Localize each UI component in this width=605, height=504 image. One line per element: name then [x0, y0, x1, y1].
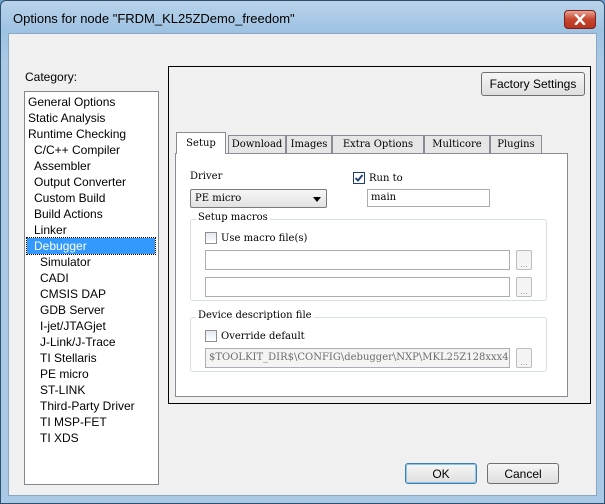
category-item-debugger[interactable]: Debugger: [26, 237, 156, 255]
tab-plugins[interactable]: Plugins: [490, 135, 542, 153]
tab-download[interactable]: Download: [228, 135, 286, 153]
tab-setup[interactable]: Setup: [176, 132, 226, 154]
category-item-simulator[interactable]: Simulator: [27, 254, 93, 270]
title-bar[interactable]: Options for node "FRDM_KL25ZDemo_freedom…: [1, 1, 604, 33]
tab-setup-label: Setup: [186, 138, 216, 149]
ok-label: OK: [432, 466, 450, 481]
tab-download-label: Download: [231, 139, 283, 150]
category-item-j-link-j-trace[interactable]: J-Link/J-Trace: [27, 334, 118, 350]
cancel-button[interactable]: Cancel: [487, 463, 559, 484]
tab-extra-options[interactable]: Extra Options: [332, 135, 424, 153]
category-item-output-converter[interactable]: Output Converter: [27, 174, 128, 190]
run-to-checkbox[interactable]: [353, 172, 365, 184]
use-macro-checkbox[interactable]: [205, 232, 217, 244]
tab-multicore-label: Multicore: [432, 139, 482, 150]
tab-multicore[interactable]: Multicore: [424, 135, 490, 153]
use-macro-label: Use macro file(s): [221, 233, 308, 244]
factory-settings-button[interactable]: Factory Settings: [481, 72, 585, 96]
macro-file-input-1[interactable]: [205, 250, 510, 270]
browse-macro-2-button[interactable]: ...: [516, 277, 532, 297]
category-item-ti-msp-fet[interactable]: TI MSP-FET: [27, 414, 109, 430]
cancel-label: Cancel: [504, 466, 542, 481]
category-item-st-link[interactable]: ST-LINK: [27, 382, 87, 398]
window-title: Options for node "FRDM_KL25ZDemo_freedom…: [13, 11, 295, 26]
tab-images[interactable]: Images: [286, 135, 332, 153]
run-to-value: main: [371, 192, 397, 203]
browse-macro-2-label: ...: [520, 286, 528, 296]
driver-label: Driver: [190, 171, 223, 182]
tab-extra-options-label: Extra Options: [342, 139, 414, 150]
category-item-custom-build[interactable]: Custom Build: [27, 190, 107, 206]
run-to-label: Run to: [369, 173, 403, 184]
category-label: Category:: [25, 70, 78, 84]
driver-value: PE micro: [195, 193, 242, 204]
category-item-i-jet-jtagjet[interactable]: I-jet/JTAGjet: [27, 318, 108, 334]
category-item-cadi[interactable]: CADI: [27, 270, 71, 286]
category-item-cmsis-dap[interactable]: CMSIS DAP: [27, 286, 108, 302]
device-file-value: $TOOLKIT_DIR$\CONFIG\debugger\NXP\MKL25Z…: [209, 352, 510, 363]
run-to-field[interactable]: main: [367, 189, 490, 207]
category-item-static-analysis[interactable]: Static Analysis: [27, 110, 107, 126]
category-item-third-party-driver[interactable]: Third-Party Driver: [27, 398, 137, 414]
setup-macros-title: Setup macros: [196, 212, 270, 223]
category-item-assembler[interactable]: Assembler: [27, 158, 93, 174]
factory-settings-label: Factory Settings: [489, 77, 577, 91]
device-description-title: Device description file: [196, 310, 314, 321]
tab-plugins-label: Plugins: [497, 139, 535, 150]
driver-select[interactable]: PE micro: [190, 189, 327, 208]
override-default-checkbox[interactable]: [205, 330, 217, 342]
category-item-pe-micro[interactable]: PE micro: [27, 366, 91, 382]
checkmark-icon: [354, 174, 364, 182]
category-item-c-c-compiler[interactable]: C/C++ Compiler: [27, 142, 122, 158]
category-item-ti-xds[interactable]: TI XDS: [27, 430, 81, 446]
category-item-gdb-server[interactable]: GDB Server: [27, 302, 107, 318]
browse-device-file-button[interactable]: ...: [516, 348, 532, 368]
device-file-input[interactable]: $TOOLKIT_DIR$\CONFIG\debugger\NXP\MKL25Z…: [205, 348, 510, 368]
close-button[interactable]: [564, 10, 596, 29]
browse-macro-1-label: ...: [520, 259, 528, 269]
dialog-client-area: Category: General Options Static Analysis…: [8, 33, 597, 496]
close-icon: [574, 14, 586, 25]
browse-macro-1-button[interactable]: ...: [516, 250, 532, 270]
category-list[interactable]: General Options Static Analysis Runtime Ch…: [24, 91, 159, 485]
category-item-build-actions[interactable]: Build Actions: [27, 206, 105, 222]
category-item-runtime-checking[interactable]: Runtime Checking: [27, 126, 128, 142]
browse-device-file-label: ...: [520, 357, 528, 367]
category-item-ti-stellaris[interactable]: TI Stellaris: [27, 350, 99, 366]
tab-images-label: Images: [290, 139, 328, 150]
override-default-label: Override default: [221, 331, 305, 342]
chevron-down-icon: [313, 197, 321, 202]
macro-file-input-2[interactable]: [205, 277, 510, 297]
category-item-linker[interactable]: Linker: [27, 222, 69, 238]
category-item-general-options[interactable]: General Options: [27, 94, 117, 110]
ok-button[interactable]: OK: [405, 463, 477, 484]
